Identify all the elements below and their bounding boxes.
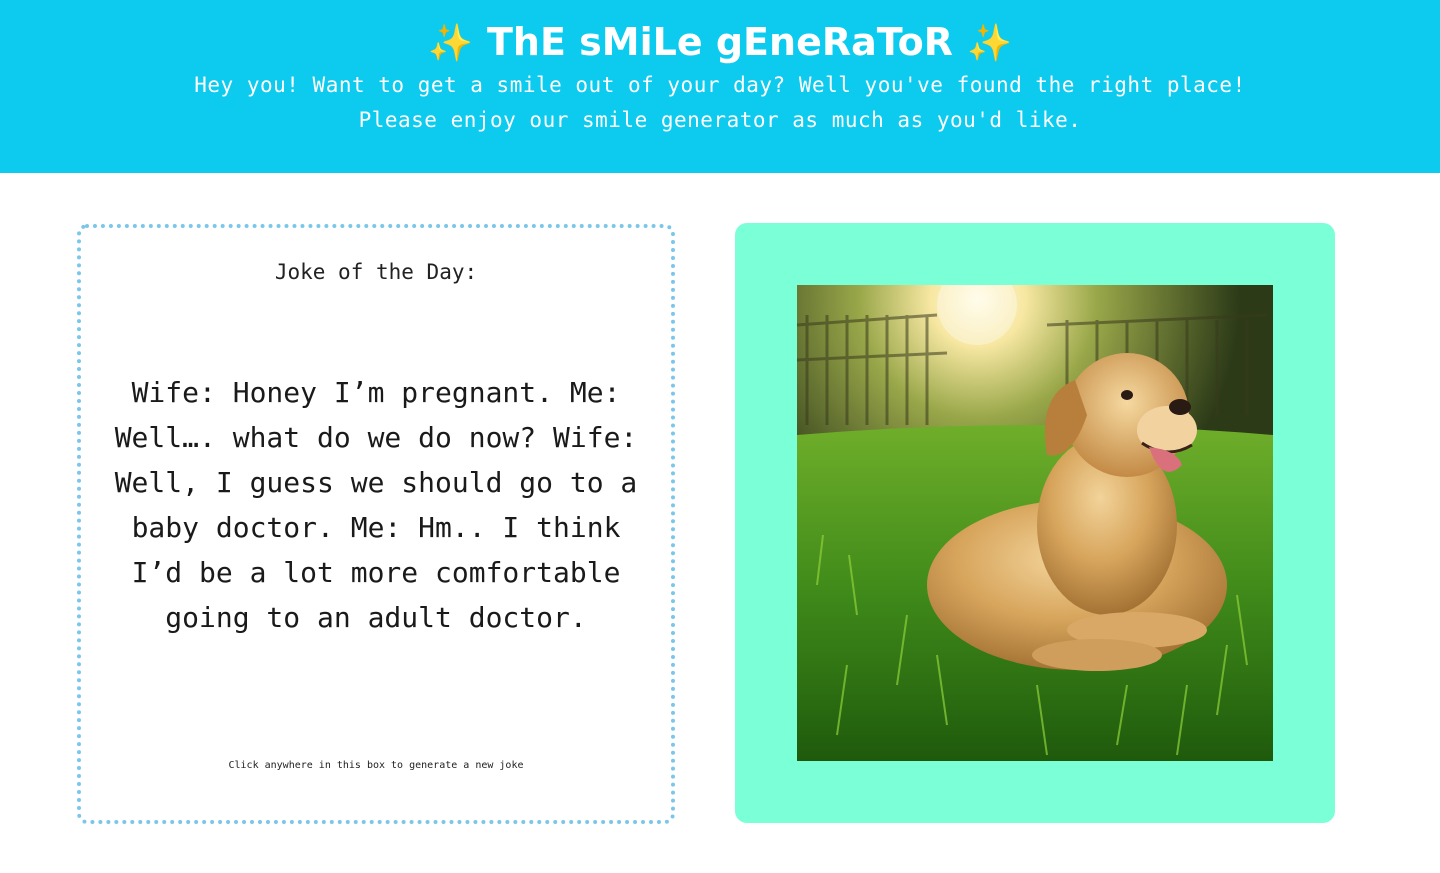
page-title: ✨ ThE sMiLe gEneRaToR ✨ [0, 16, 1440, 70]
joke-text: Wife: Honey I’m pregnant. Me: Well…. wha… [114, 376, 638, 634]
joke-hint: Click anywhere in this box to generate a… [228, 760, 524, 771]
sparkle-icon: ✨ [966, 23, 1012, 64]
site-subtitle: Hey you! Want to get a smile out of your… [120, 68, 1320, 138]
joke-box[interactable]: Joke of the Day: Wife: Honey I’m pregnan… [77, 224, 675, 824]
subtitle-line-2: Please enjoy our smile generator as much… [358, 108, 1082, 132]
site-title-text: ThE sMiLe gEneRaToR [487, 20, 953, 64]
joke-heading: Joke of the Day: [274, 260, 478, 284]
dog-photo [797, 285, 1273, 761]
sparkle-icon: ✨ [428, 23, 474, 64]
page-header: ✨ ThE sMiLe gEneRaToR ✨ Hey you! Want to g… [0, 0, 1440, 173]
subtitle-line-1: Hey you! Want to get a smile out of your… [194, 73, 1246, 97]
photo-frame [735, 223, 1335, 823]
dog-photo-illustration [797, 285, 1273, 761]
